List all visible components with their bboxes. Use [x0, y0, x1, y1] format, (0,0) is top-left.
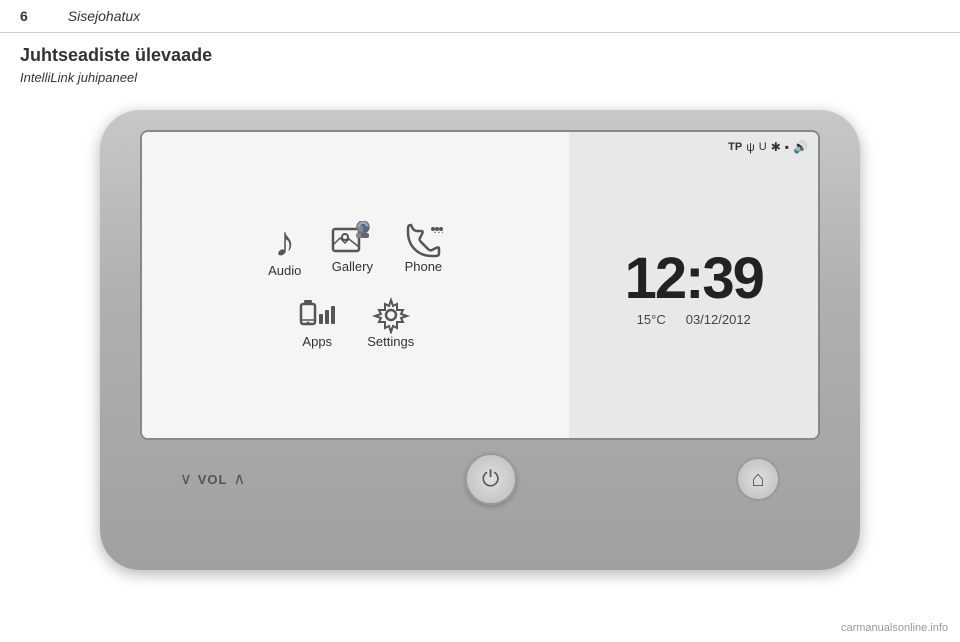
gallery-icon: 👤 [331, 221, 373, 259]
phone-label: Phone [405, 259, 443, 274]
temperature: 15°C [637, 312, 666, 327]
screen: ♪ Audio 👤 [140, 130, 820, 440]
menu-item-apps[interactable]: Apps [297, 296, 337, 349]
date: 03/12/2012 [686, 312, 751, 327]
menu-item-audio[interactable]: ♪ Audio [268, 221, 301, 278]
gallery-label: Gallery [332, 259, 373, 274]
status-bluetooth: ✱ [771, 140, 781, 154]
audio-icon: ♪ [274, 221, 295, 263]
page-number: 6 [20, 8, 28, 24]
clock-info: 15°C 03/12/2012 [637, 312, 751, 327]
power-button[interactable]: ⏻ [465, 453, 517, 505]
section-subtitle: IntelliLink juhipaneel [20, 70, 940, 85]
vol-label: VOL [198, 472, 228, 487]
home-icon: ⌂ [751, 466, 764, 492]
apps-icon [297, 296, 337, 334]
section-title: Juhtseadiste ülevaade [20, 45, 940, 66]
audio-label: Audio [268, 263, 301, 278]
page-header: 6 Sisejohatux [0, 0, 960, 33]
header-title: Sisejohatux [68, 8, 140, 24]
status-volume: 🔊 [793, 140, 808, 154]
status-u: U [759, 141, 767, 153]
device-outer: ♪ Audio 👤 [100, 110, 860, 570]
menu-item-phone[interactable]: … Phone [403, 221, 443, 274]
main-content: Juhtseadiste ülevaade IntelliLink juhipa… [0, 33, 960, 585]
screen-right-panel: TP ψ U ✱ ▪ 🔊 12:39 15°C 03/12/2012 [569, 132, 818, 438]
power-icon: ⏻ [482, 466, 499, 492]
vol-up-icon[interactable]: ∧ [233, 469, 245, 489]
watermark: carmanualsonline.info [841, 622, 948, 634]
screen-left-panel: ♪ Audio 👤 [142, 132, 569, 438]
vol-control: ∨ VOL ∧ [180, 469, 245, 489]
menu-item-gallery[interactable]: 👤 Gallery [331, 221, 373, 274]
settings-label: Settings [367, 334, 414, 349]
apps-label: Apps [302, 334, 332, 349]
clock-area: 12:39 15°C 03/12/2012 [579, 154, 808, 423]
vol-down-icon[interactable]: ∨ [180, 469, 192, 489]
status-bar: TP ψ U ✱ ▪ 🔊 [579, 140, 808, 154]
settings-icon [371, 296, 411, 334]
controls-area: ∨ VOL ∧ ⏻ ⌂ [140, 445, 820, 513]
phone-icon: … [403, 221, 443, 259]
status-battery: ▪ [785, 140, 789, 154]
clock-time: 12:39 [625, 250, 763, 308]
device-wrapper: 1 2 3 4 5 6 7 [20, 95, 940, 585]
status-tp: TP [728, 141, 742, 153]
home-button[interactable]: ⌂ [736, 457, 780, 501]
menu-item-settings[interactable]: Settings [367, 296, 414, 349]
status-signal: ψ [746, 140, 755, 154]
